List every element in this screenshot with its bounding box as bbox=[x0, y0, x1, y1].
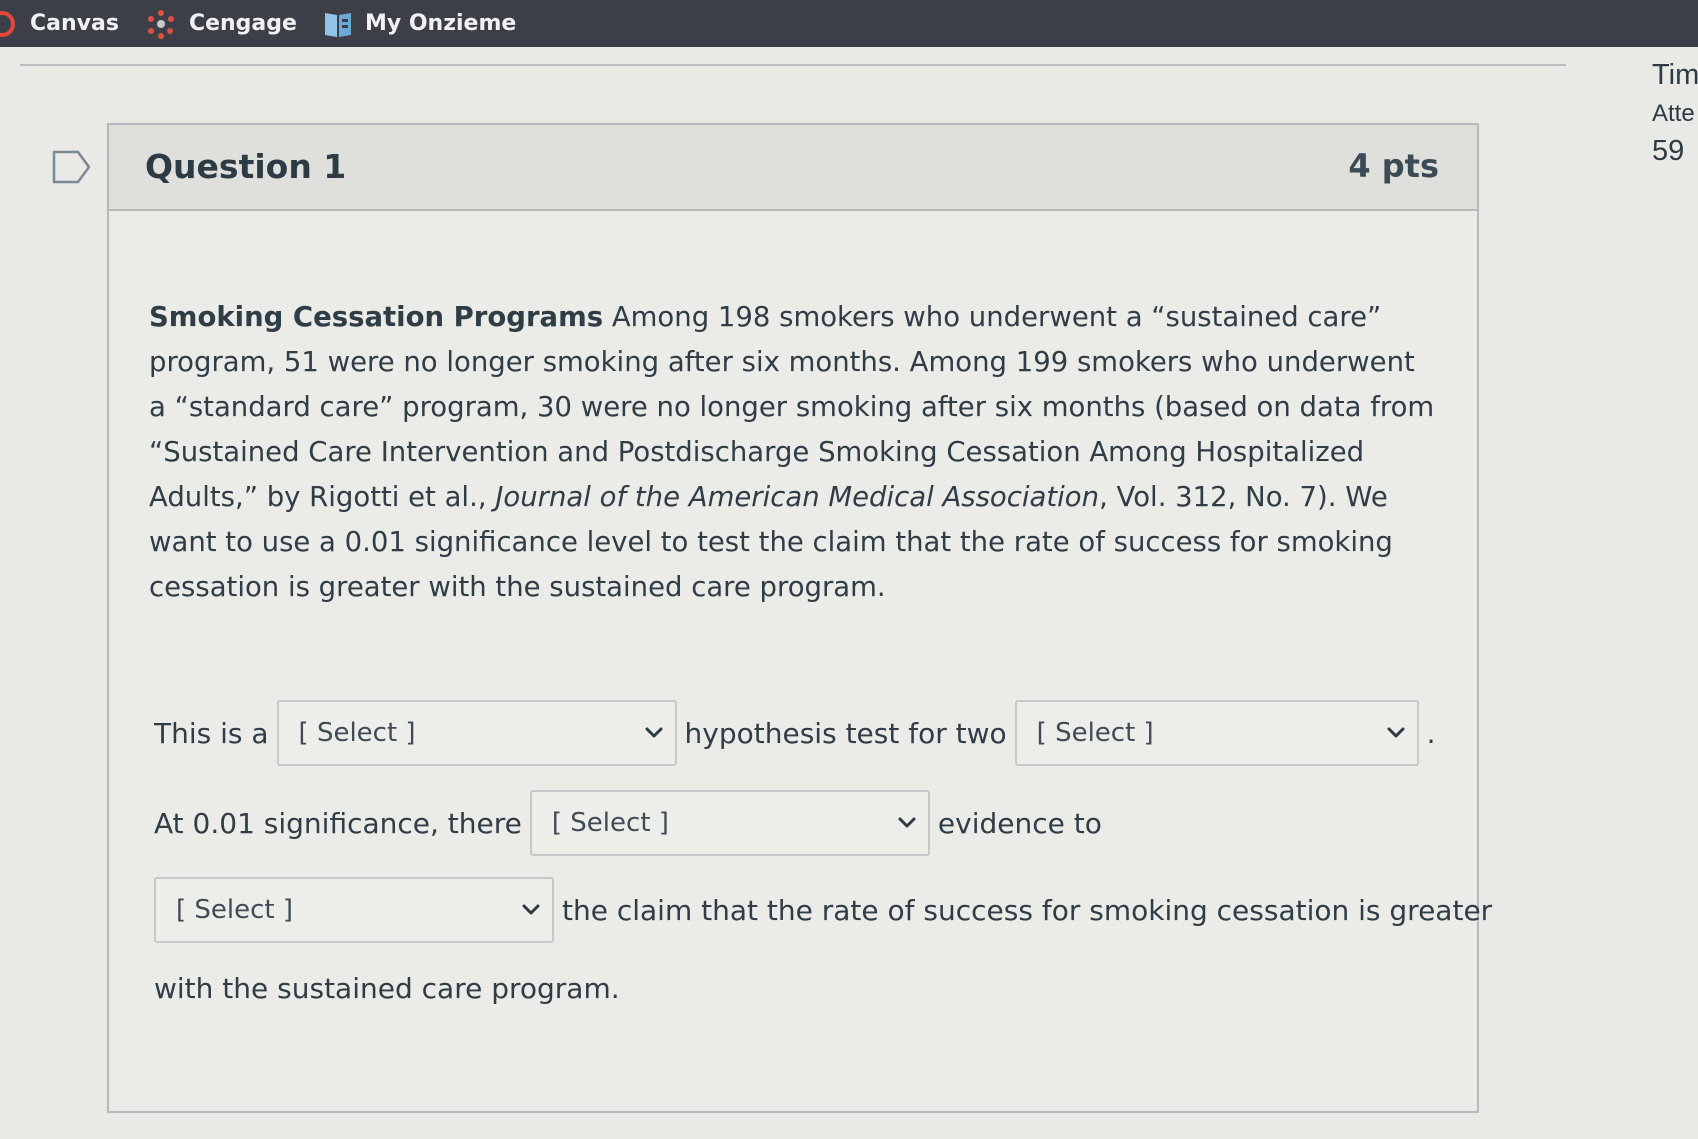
bookmark-my-onzieme[interactable]: My Onzieme bbox=[323, 4, 516, 44]
question-points: 4 pts bbox=[1348, 147, 1439, 185]
header-divider bbox=[20, 64, 1566, 66]
select-value: [ Select ] bbox=[176, 895, 294, 925]
flag-question-icon[interactable] bbox=[52, 150, 92, 188]
journal-title: Journal of the American Medical Associat… bbox=[495, 481, 1100, 513]
answer-row-3: [ Select ] the claim that the rate of su… bbox=[154, 877, 1492, 943]
select-value: [ Select ] bbox=[1036, 718, 1154, 748]
book-icon bbox=[323, 9, 353, 39]
evidence-select[interactable]: [ Select ] bbox=[529, 790, 930, 856]
bookmarks-bar: Canvas Cengage My Onzieme bbox=[0, 0, 1698, 47]
row1-suffix: . bbox=[1426, 716, 1436, 750]
chevron-down-icon bbox=[522, 904, 540, 916]
attempt-label: Atte bbox=[1652, 100, 1695, 127]
question-lead: Smoking Cessation Programs bbox=[149, 301, 604, 333]
test-type-select[interactable]: [ Select ] bbox=[276, 700, 677, 766]
bookmark-canvas[interactable]: Canvas bbox=[0, 4, 119, 44]
time-label: Tim bbox=[1652, 59, 1698, 91]
claim-action-select[interactable]: [ Select ] bbox=[154, 877, 554, 943]
chevron-down-icon bbox=[1387, 727, 1405, 739]
row1-prefix: This is a bbox=[154, 716, 269, 750]
canvas-icon bbox=[0, 10, 18, 38]
select-value: [ Select ] bbox=[298, 718, 416, 748]
question-card: Question 1 4 pts Smoking Cessation Progr… bbox=[107, 123, 1492, 1113]
bookmark-label: Cengage bbox=[188, 11, 297, 36]
cengage-icon bbox=[145, 8, 177, 40]
answer-row-2: At 0.01 significance, there [ Select ] e… bbox=[154, 790, 1102, 856]
bookmark-cengage[interactable]: Cengage bbox=[145, 4, 297, 44]
question-text: Smoking Cessation Programs Among 198 smo… bbox=[149, 295, 1439, 610]
answer-row-4: with the sustained care program. bbox=[154, 972, 620, 1005]
row2-suffix: evidence to bbox=[937, 806, 1102, 840]
row2-prefix: At 0.01 significance, there bbox=[154, 806, 522, 840]
chevron-down-icon bbox=[645, 727, 663, 739]
bookmark-label: My Onzieme bbox=[364, 11, 517, 36]
row1-middle: hypothesis test for two bbox=[684, 716, 1007, 750]
question-title: Question 1 bbox=[145, 147, 347, 186]
row3-suffix: the claim that the rate of success for s… bbox=[562, 893, 1493, 927]
time-value: 59 bbox=[1652, 135, 1685, 167]
chevron-down-icon bbox=[898, 817, 916, 829]
quiz-sidebar: Tim Atte 59 bbox=[1652, 58, 1698, 168]
question-header: Question 1 4 pts bbox=[109, 125, 1477, 211]
select-value: [ Select ] bbox=[551, 808, 669, 838]
bookmark-label: Canvas bbox=[30, 11, 119, 36]
parameter-select[interactable]: [ Select ] bbox=[1014, 700, 1419, 766]
answer-row-1: This is a [ Select ] hypothesis test for… bbox=[154, 700, 1436, 766]
row4-text: with the sustained care program. bbox=[154, 972, 620, 1005]
